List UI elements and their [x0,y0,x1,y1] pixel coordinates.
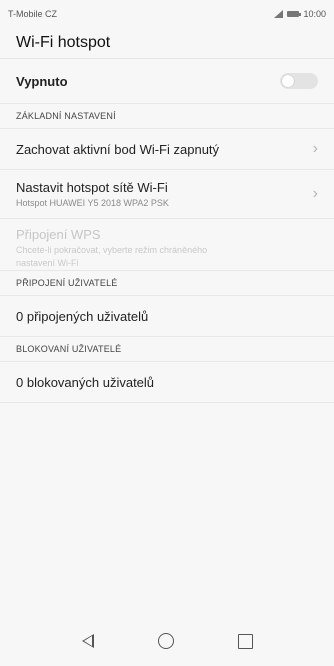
back-icon[interactable] [81,634,94,648]
clock: 10:00 [303,9,326,19]
status-bar: T-Mobile CZ 10:00 [0,0,334,28]
section-basic-settings: ZÁKLADNÍ NASTAVENÍ [0,104,334,129]
hotspot-toggle-switch[interactable] [280,73,318,89]
toggle-knob [282,75,294,87]
blocked-users-item[interactable]: 0 blokovaných uživatelů [0,362,334,403]
carrier-label: T-Mobile CZ [8,9,58,19]
page-title: Wi-Fi hotspot [0,28,334,59]
hotspot-toggle-row[interactable]: Vypnuto [0,59,334,104]
configure-hotspot-title: Nastavit hotspot sítě Wi-Fi [16,180,168,195]
navigation-bar [0,616,334,666]
signal-icon [274,10,284,18]
battery-icon [287,11,302,17]
configure-hotspot-subtitle: Hotspot HUAWEI Y5 2018 WPA2 PSK [16,198,169,208]
blocked-users-label: 0 blokovaných uživatelů [16,374,155,390]
connected-users-item[interactable]: 0 připojených uživatelů [0,296,334,337]
wps-title: Připojení WPS [16,227,101,242]
configure-hotspot-item[interactable]: Nastavit hotspot sítě Wi-Fi Hotspot HUAW… [0,170,334,219]
toggle-label: Vypnuto [16,73,68,89]
home-icon[interactable] [157,633,174,649]
wps-connection-item: Připojení WPS Chcete-li pokračovat, vybe… [0,219,334,271]
wps-subtitle-line2: nastavení Wi-Fi [16,258,79,268]
recent-apps-icon[interactable] [237,633,253,649]
section-blocked-users: BLOKOVANÍ UŽIVATELÉ [0,337,334,362]
connected-users-label: 0 připojených uživatelů [16,308,149,324]
status-icons: 10:00 [274,9,326,19]
keep-hotspot-on-item[interactable]: Zachovat aktivní bod Wi-Fi zapnutý › [0,129,334,170]
keep-hotspot-on-label: Zachovat aktivní bod Wi-Fi zapnutý [16,141,220,157]
chevron-right-icon: › [312,140,318,157]
chevron-right-icon: › [312,185,318,202]
section-connected-users: PŘIPOJENÍ UŽIVATELÉ [0,271,334,296]
wps-subtitle-line1: Chcete-li pokračovat, vyberte režim chrá… [16,245,208,255]
